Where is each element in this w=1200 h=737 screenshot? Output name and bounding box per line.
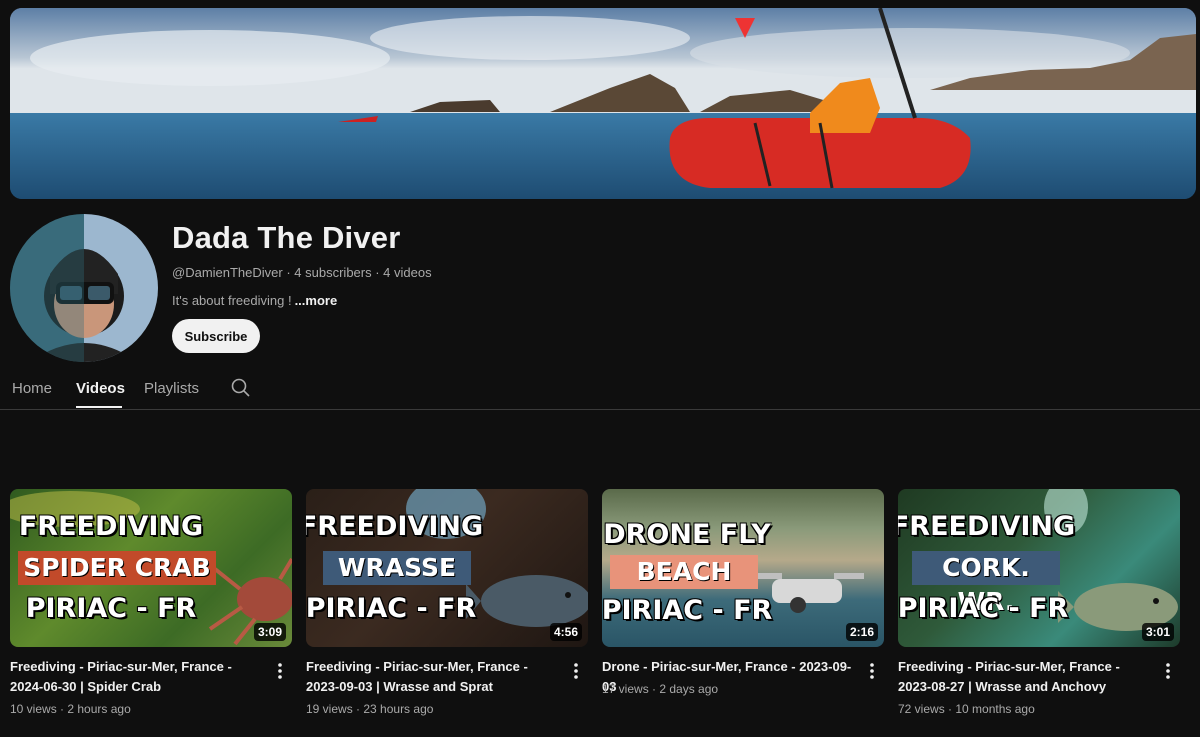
thumb-line2: CORK. WR. (912, 551, 1060, 616)
upload-age: 2 hours ago (67, 702, 131, 716)
upload-age: 23 hours ago (363, 702, 434, 716)
view-count: 72 views (898, 702, 945, 716)
video-count: 4 videos (383, 265, 432, 280)
thumb-line1: FREEDIVING (898, 511, 1076, 542)
video-card[interactable]: FREEDIVING WRASSE PIRIAC - FR 4:56 Freed… (306, 489, 588, 716)
video-title[interactable]: Freediving - Piriac-sur-Mer, France - 20… (306, 657, 556, 697)
tab-playlists[interactable]: Playlists (144, 380, 199, 397)
video-title[interactable]: Freediving - Piriac-sur-Mer, France - 20… (10, 657, 260, 697)
meta-separator: · (371, 265, 384, 280)
upload-age: 10 months ago (955, 702, 1035, 716)
channel-meta: @DamienTheDiver · 4 subscribers · 4 vide… (172, 265, 432, 280)
description-text: It's about freediving ! (172, 293, 292, 308)
avatar-image (10, 214, 158, 362)
more-link[interactable]: ...more (295, 293, 338, 308)
kebab-menu-icon[interactable] (568, 661, 584, 681)
meta-separator: · (648, 682, 660, 696)
tab-home[interactable]: Home (12, 380, 52, 397)
channel-handle: @DamienTheDiver (172, 265, 283, 280)
thumb-line3: PIRIAC - FR (898, 593, 1069, 624)
video-meta: 19 views · 23 hours ago (306, 702, 433, 716)
channel-tabs: Home Videos Playlists (0, 370, 1200, 410)
video-meta: 17 views · 2 days ago (602, 682, 718, 696)
channel-description[interactable]: It's about freediving ! ...more (172, 293, 337, 308)
video-duration: 3:09 (253, 623, 286, 641)
meta-separator: · (282, 265, 295, 280)
meta-separator: · (352, 702, 364, 716)
banner-image (10, 8, 1196, 199)
channel-name: Dada The Diver (172, 220, 401, 255)
video-duration: 3:01 (1141, 623, 1174, 641)
channel-avatar[interactable] (10, 214, 158, 362)
thumb-line3: PIRIAC - FR (602, 595, 773, 626)
thumb-line1: DRONE FLY (603, 519, 771, 550)
thumb-line1: FREEDIVING (18, 511, 204, 542)
view-count: 19 views (306, 702, 353, 716)
thumb-line2: SPIDER CRAB (18, 551, 216, 585)
subscriber-count: 4 subscribers (294, 265, 372, 280)
channel-banner (10, 8, 1196, 199)
thumb-line2: BEACH (610, 555, 758, 589)
meta-separator: · (56, 702, 68, 716)
subscribe-button[interactable]: Subscribe (172, 319, 260, 353)
thumb-line3: PIRIAC - FR (25, 593, 197, 624)
video-thumbnail[interactable]: DRONE FLY BEACH PIRIAC - FR 2:16 (602, 489, 884, 647)
tabs-divider (0, 409, 1200, 410)
video-card[interactable]: DRONE FLY BEACH PIRIAC - FR 2:16 Drone -… (602, 489, 884, 696)
meta-separator: · (944, 702, 956, 716)
upload-age: 2 days ago (659, 682, 719, 696)
thumb-line1: FREEDIVING (306, 511, 484, 542)
search-icon[interactable] (231, 378, 251, 403)
video-thumbnail[interactable]: FREEDIVING CORK. WR. PIRIAC - FR 3:01 (898, 489, 1180, 647)
video-card[interactable]: FREEDIVING SPIDER CRAB PIRIAC - FR 3:09 … (10, 489, 292, 716)
view-count: 17 views (602, 682, 649, 696)
video-title[interactable]: Freediving - Piriac-sur-Mer, France - 20… (898, 657, 1148, 697)
active-tab-indicator (76, 406, 122, 408)
thumb-line3: PIRIAC - FR (306, 593, 477, 624)
video-duration: 4:56 (549, 623, 582, 641)
thumb-line2: WRASSE (323, 551, 471, 585)
kebab-menu-icon[interactable] (1160, 661, 1176, 681)
tab-videos[interactable]: Videos (76, 380, 125, 397)
video-meta: 72 views · 10 months ago (898, 702, 1035, 716)
video-thumbnail[interactable]: FREEDIVING SPIDER CRAB PIRIAC - FR 3:09 (10, 489, 292, 647)
video-meta: 10 views · 2 hours ago (10, 702, 131, 716)
view-count: 10 views (10, 702, 57, 716)
kebab-menu-icon[interactable] (272, 661, 288, 681)
kebab-menu-icon[interactable] (864, 661, 880, 681)
video-card[interactable]: FREEDIVING CORK. WR. PIRIAC - FR 3:01 Fr… (898, 489, 1180, 716)
video-duration: 2:16 (845, 623, 878, 641)
video-thumbnail[interactable]: FREEDIVING WRASSE PIRIAC - FR 4:56 (306, 489, 588, 647)
